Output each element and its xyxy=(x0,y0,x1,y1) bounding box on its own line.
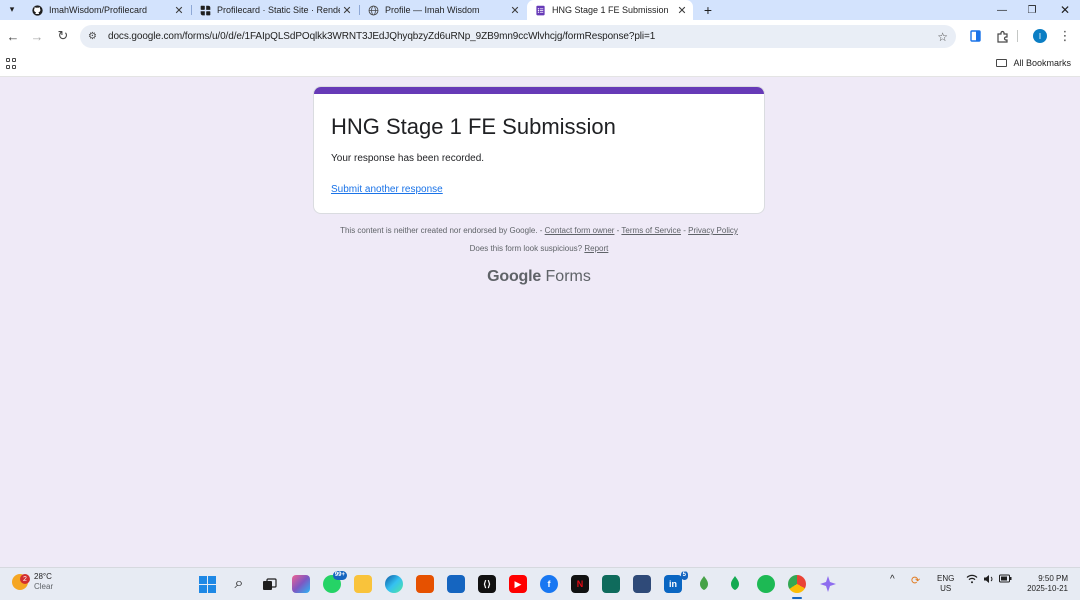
report-line: Does this form look suspicious? Report xyxy=(313,244,765,253)
tray-chevron-up-icon[interactable]: ^ xyxy=(890,574,895,585)
lang-line2: US xyxy=(940,584,952,593)
wifi-icon[interactable] xyxy=(966,574,978,586)
report-link[interactable]: Report xyxy=(584,244,608,253)
netflix-icon[interactable]: N xyxy=(571,575,589,593)
forms-wordmark: Forms xyxy=(545,268,591,285)
clock-date: 2025-10-21 xyxy=(1027,584,1068,593)
reload-icon[interactable]: ↻ xyxy=(53,26,73,46)
spotify-icon[interactable] xyxy=(757,575,775,593)
bookmarks-bar: All Bookmarks xyxy=(0,53,1080,77)
windows-start-icon[interactable] xyxy=(198,575,216,593)
tab-strip: ▾ ImahWisdom/Profilecard ✕ Profilecard ·… xyxy=(0,0,1080,20)
browser-toolbar: ← → ↻ ⚙ docs.google.com/forms/u/0/d/e/1F… xyxy=(0,20,1080,53)
profile-avatar[interactable]: I xyxy=(1033,29,1047,43)
site-info-icon[interactable]: ⚙ xyxy=(88,31,100,42)
tab-title: Profilecard · Static Site · Rende xyxy=(217,5,340,15)
google-forms-logo[interactable]: Google Forms xyxy=(313,268,765,286)
form-response-card: HNG Stage 1 FE Submission Your response … xyxy=(313,86,765,214)
all-bookmarks-label: All Bookmarks xyxy=(1013,58,1071,68)
whatsapp-icon[interactable]: 99+ xyxy=(323,571,347,593)
contact-form-owner-link[interactable]: Contact form owner xyxy=(545,226,615,235)
github-icon xyxy=(32,4,43,16)
whatsapp-unread-badge: 99+ xyxy=(332,571,347,580)
tab-title: HNG Stage 1 FE Submission xyxy=(552,5,669,15)
active-app-indicator xyxy=(792,597,802,599)
tab-github[interactable]: ImahWisdom/Profilecard ✕ xyxy=(24,0,190,20)
apps-grid-icon[interactable] xyxy=(6,58,17,69)
chrome-icon[interactable] xyxy=(788,575,806,593)
language-indicator[interactable]: ENG US xyxy=(937,574,954,594)
dev-app-icon[interactable]: ⟨⟩ xyxy=(478,575,496,593)
folder-icon xyxy=(996,59,1008,67)
battery-icon[interactable] xyxy=(999,574,1012,585)
restore-icon[interactable]: ❐ xyxy=(1017,0,1047,20)
suspicious-text: Does this form look suspicious? xyxy=(469,244,583,253)
task-view-icon[interactable] xyxy=(260,575,278,593)
form-accent-bar xyxy=(314,87,764,94)
new-tab-button[interactable]: + xyxy=(700,0,716,20)
forward-arrow-icon[interactable]: → xyxy=(27,26,47,46)
address-bar[interactable]: ⚙ docs.google.com/forms/u/0/d/e/1FAIpQLS… xyxy=(80,25,956,48)
youtube-icon[interactable]: ▶ xyxy=(509,575,527,593)
google-forms-icon xyxy=(536,5,545,15)
close-window-icon[interactable]: ✕ xyxy=(1050,0,1080,20)
lang-line1: ENG xyxy=(937,574,955,583)
confirmation-message: Your response has been recorded. xyxy=(331,153,485,164)
form-disclaimer: This content is neither created nor endo… xyxy=(340,226,738,235)
sync-icon[interactable]: ⟳ xyxy=(911,574,920,587)
search-icon[interactable]: ⌕ xyxy=(230,575,248,593)
form-title: HNG Stage 1 FE Submission xyxy=(331,114,616,139)
volume-icon[interactable] xyxy=(983,574,994,586)
tab-title: Profile — Imah Wisdom xyxy=(385,5,480,15)
tab-google-form[interactable]: HNG Stage 1 FE Submission ✕ xyxy=(527,0,693,20)
disclaimer-text: This content is neither created nor endo… xyxy=(340,226,538,235)
tab-close-icon[interactable]: ✕ xyxy=(675,4,689,17)
mongodb-icon[interactable] xyxy=(695,575,713,593)
tab-title: ImahWisdom/Profilecard xyxy=(49,5,148,15)
linkedin-badge: 5 xyxy=(680,571,688,580)
tab-close-icon[interactable]: ✕ xyxy=(508,4,522,17)
render-icon xyxy=(200,5,211,15)
more-menu-icon[interactable]: ⋮ xyxy=(1057,28,1073,44)
bookmark-star-icon[interactable]: ☆ xyxy=(937,30,948,44)
tab-render[interactable]: Profilecard · Static Site · Rende ✕ xyxy=(192,0,358,20)
tab-profile[interactable]: Profile — Imah Wisdom ✕ xyxy=(360,0,526,20)
gemini-app-icon[interactable] xyxy=(819,575,837,593)
copilot-icon[interactable] xyxy=(292,575,310,593)
system-clock[interactable]: 9:50 PM 2025-10-21 xyxy=(1027,574,1068,594)
submit-another-response-link[interactable]: Submit another response xyxy=(331,184,443,195)
extensions-puzzle-icon[interactable] xyxy=(994,28,1010,44)
store-icon[interactable] xyxy=(447,575,465,593)
file-explorer-icon[interactable] xyxy=(354,575,372,593)
tab-search-chevron-icon[interactable]: ▾ xyxy=(3,1,21,18)
weather-widget[interactable]: 2 28°C Clear xyxy=(12,572,53,592)
url-text[interactable]: docs.google.com/forms/u/0/d/e/1FAIpQLSdP… xyxy=(108,31,655,42)
temperature: 28°C xyxy=(34,572,52,581)
app-icon[interactable] xyxy=(602,575,620,593)
back-arrow-icon[interactable]: ← xyxy=(3,26,23,46)
weather-condition: Clear xyxy=(34,582,54,591)
linkedin-icon[interactable]: in 5 xyxy=(664,571,688,593)
globe-icon xyxy=(368,5,379,15)
google-wordmark: Google xyxy=(487,268,542,285)
clock-time: 9:50 PM xyxy=(1038,574,1068,583)
windows-taskbar: 2 28°C Clear ⌕ 99+ ⟨⟩ ▶ f N in 5 ^ ⟳ ENG… xyxy=(0,567,1080,600)
minimize-icon[interactable]: — xyxy=(987,0,1017,20)
weather-notification-badge: 2 xyxy=(20,574,30,584)
privacy-policy-link[interactable]: Privacy Policy xyxy=(688,226,738,235)
edge-browser-icon[interactable] xyxy=(385,575,403,593)
all-bookmarks-button[interactable]: All Bookmarks xyxy=(996,58,1071,68)
facebook-icon[interactable]: f xyxy=(540,575,558,593)
app-icon[interactable] xyxy=(416,575,434,593)
side-panel-icon[interactable] xyxy=(968,28,984,44)
terms-of-service-link[interactable]: Terms of Service xyxy=(621,226,681,235)
mongodb-compass-icon[interactable] xyxy=(726,575,744,593)
database-app-icon[interactable] xyxy=(633,575,651,593)
tab-close-icon[interactable]: ✕ xyxy=(172,4,186,17)
tab-close-icon[interactable]: ✕ xyxy=(340,4,354,17)
toolbar-divider xyxy=(1017,30,1018,42)
